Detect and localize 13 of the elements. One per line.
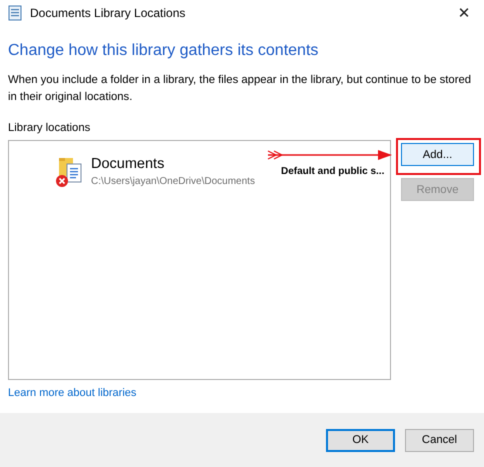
add-button[interactable]: Add...	[401, 143, 474, 166]
cancel-button[interactable]: Cancel	[405, 428, 474, 452]
help-link[interactable]: Learn more about libraries	[8, 387, 136, 399]
close-button[interactable]: ✕	[444, 0, 484, 26]
library-icon	[8, 5, 22, 21]
location-name: Documents	[91, 156, 166, 172]
description-text: When you include a folder in a library, the files appear in the library, but continue to be stored in their original locations.	[8, 73, 472, 105]
ok-button[interactable]: OK	[326, 428, 395, 452]
section-label: Library locations	[8, 122, 92, 134]
window-title: Documents Library Locations	[30, 6, 186, 20]
location-path: C:\Users\jayan\OneDrive\Documents	[91, 176, 256, 187]
dialog-heading: Change how this library gathers its contents	[8, 42, 320, 60]
location-status: Default and public s...	[281, 166, 384, 177]
